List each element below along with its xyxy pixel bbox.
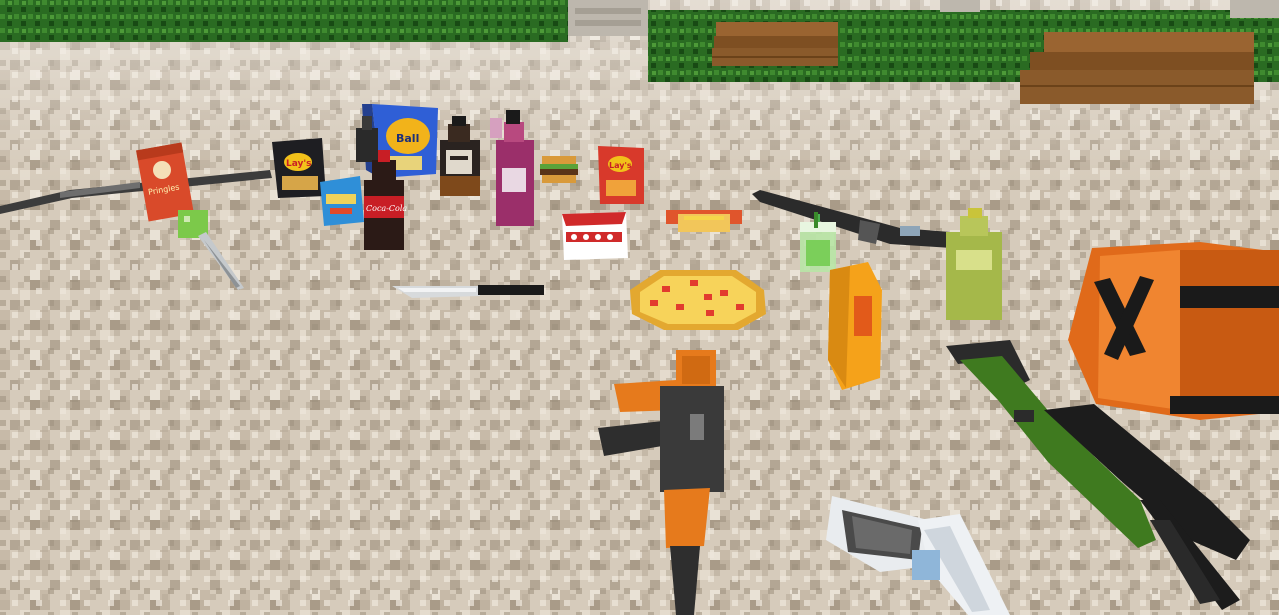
wooden-bench-right (1020, 32, 1254, 104)
lays-black-label: Lay's (286, 159, 312, 169)
lays-black-bag[interactable]: Lay's (272, 138, 326, 198)
cheese-balls-label: Ball (396, 132, 419, 145)
lays-red-label: Lay's (609, 161, 632, 170)
orange-backpack-item[interactable] (1068, 242, 1279, 420)
game-viewport[interactable]: Pringles Lay's Ball Coca-Cola Lay's (0, 0, 1279, 615)
snack-tray[interactable] (562, 212, 628, 260)
pizza-item[interactable] (630, 270, 766, 330)
lays-red-bag[interactable]: Lay's (598, 146, 644, 204)
wooden-bench-left (712, 22, 838, 66)
cereal-box[interactable] (828, 262, 882, 390)
game-world: Pringles Lay's Ball Coca-Cola Lay's (0, 0, 1279, 615)
blue-snack-box[interactable] (320, 176, 364, 226)
coca-cola-label: Coca-Cola (366, 204, 407, 213)
background-building (568, 0, 648, 36)
hedge-left (0, 0, 568, 42)
burger-item[interactable] (540, 156, 578, 183)
